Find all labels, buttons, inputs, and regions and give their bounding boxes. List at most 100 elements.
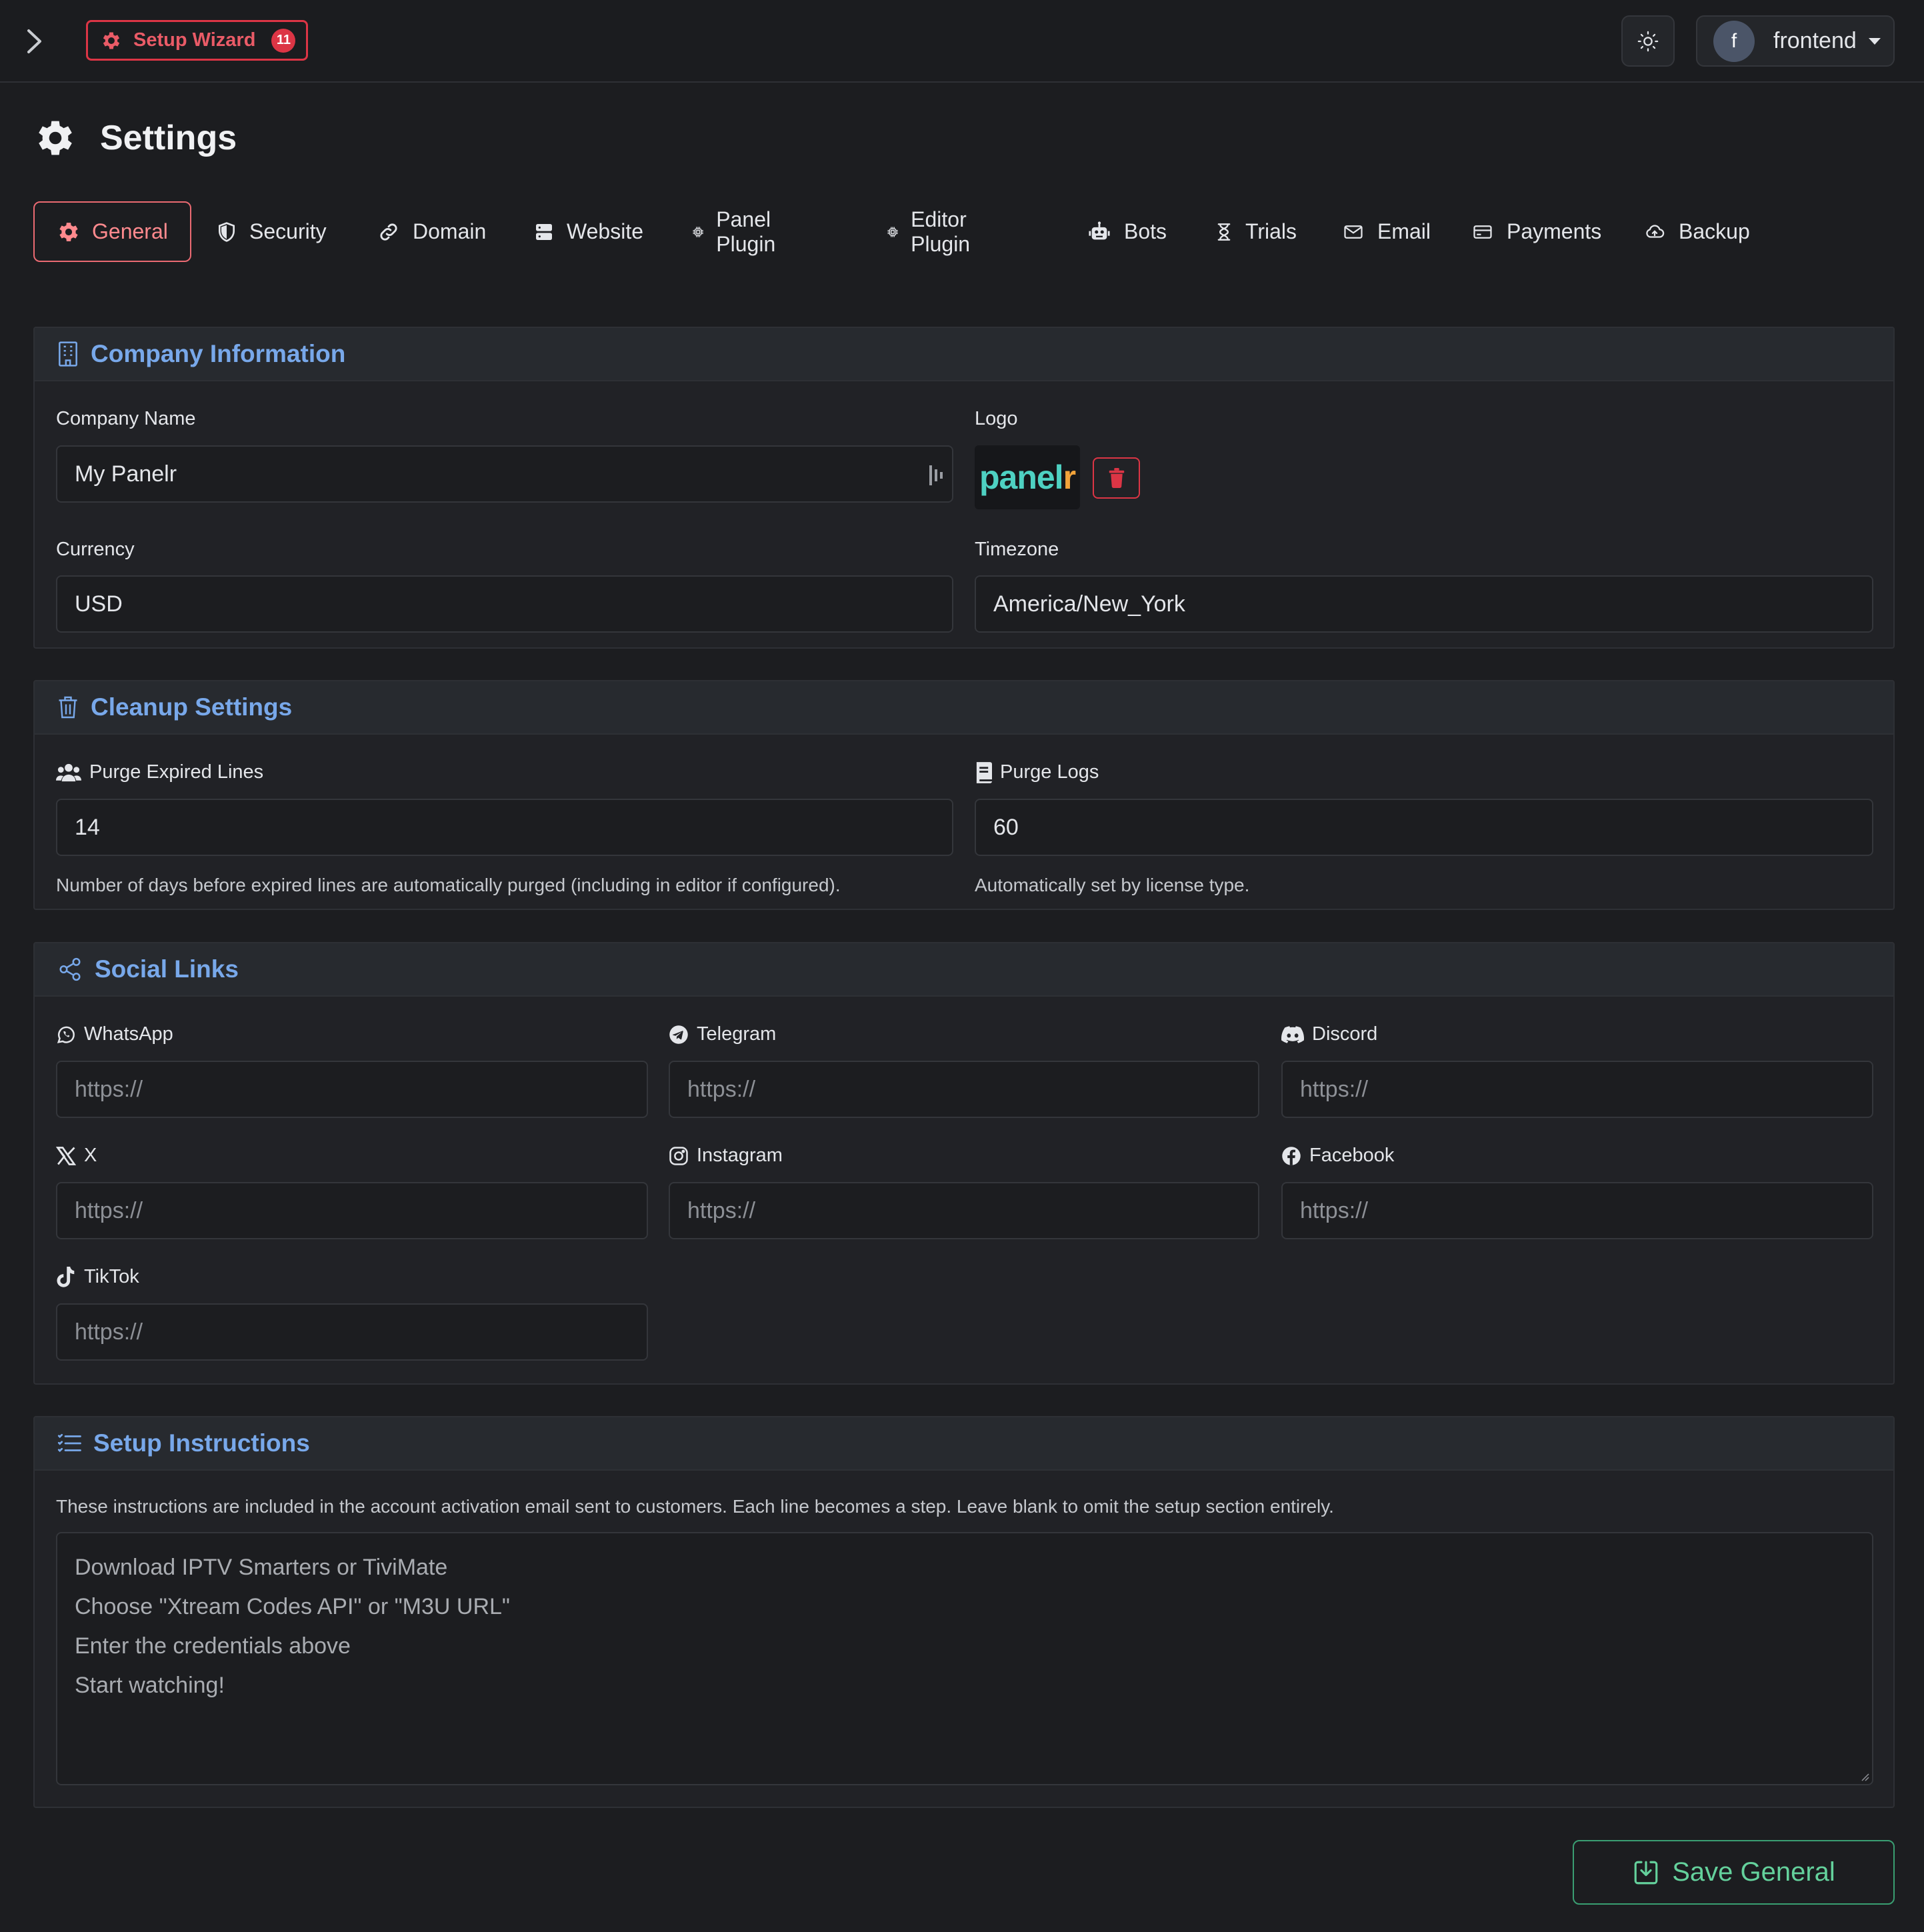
tab-label: Bots [1124, 219, 1167, 243]
card-title: Company Information [91, 340, 346, 367]
card-header: Social Links [35, 943, 1893, 997]
user-name: frontend [1773, 28, 1857, 53]
card-title: Social Links [95, 955, 239, 983]
page-title: Settings [100, 119, 237, 157]
whatsapp-label: WhatsApp [56, 1023, 173, 1045]
facebook-input[interactable]: https:// [1281, 1182, 1873, 1239]
purge-expired-lines-input[interactable]: 14 [56, 799, 953, 856]
tab-label: Backup [1679, 219, 1750, 243]
envelope-icon [1344, 225, 1363, 239]
tab-trials[interactable]: Trials [1215, 201, 1297, 262]
download-icon [1634, 1861, 1658, 1884]
trash-icon [59, 696, 77, 719]
company-name-value: My Panelr [75, 461, 177, 487]
cloud-upload-icon [1646, 224, 1665, 238]
logo-label: Logo [975, 408, 1018, 429]
card-header: Company Information [35, 328, 1893, 381]
gear-icon [59, 222, 78, 241]
tab-label: Website [567, 219, 644, 243]
cpu-icon [693, 226, 703, 237]
company-information-card: Company Information Company Name My Pane… [33, 327, 1895, 649]
robot-icon [1089, 221, 1110, 239]
tab-security[interactable]: Security [216, 201, 327, 262]
shield-icon [219, 221, 235, 242]
instagram-icon [669, 1146, 688, 1165]
delete-logo-button[interactable] [1093, 457, 1140, 499]
trash-icon [1109, 468, 1124, 488]
gear-icon [39, 121, 72, 155]
tab-bots[interactable]: Bots [1087, 201, 1167, 262]
top-navbar: Setup Wizard 11 f frontend [0, 0, 1924, 83]
cleanup-settings-card: Cleanup Settings Purge Expired Lines 14 … [33, 680, 1895, 910]
tiktok-label: TikTok [56, 1266, 139, 1288]
tab-editor-plugin[interactable]: Editor Plugin [887, 201, 979, 262]
journal-icon [976, 761, 992, 783]
card-header: Setup Instructions [35, 1417, 1893, 1471]
timezone-label: Timezone [975, 539, 1059, 560]
tiktok-icon [57, 1266, 75, 1287]
setup-instructions-textarea[interactable]: Download IPTV Smarters or TiviMate Choos… [56, 1532, 1873, 1785]
purge-logs-input[interactable]: 60 [975, 799, 1873, 856]
social-links-card: Social Links WhatsApp https:// Telegram … [33, 942, 1895, 1385]
tab-panel-plugin[interactable]: Panel Plugin [692, 201, 785, 262]
instruction-line: Download IPTV Smarters or TiviMate [75, 1555, 448, 1580]
purge-logs-help: Automatically set by license type. [975, 875, 1250, 895]
discord-input[interactable]: https:// [1281, 1061, 1873, 1118]
tab-general[interactable]: General [33, 201, 191, 262]
instruction-line: Start watching! [75, 1673, 225, 1698]
tab-backup[interactable]: Backup [1643, 201, 1750, 262]
tab-payments[interactable]: Payments [1471, 201, 1601, 262]
company-logo-image: panel r [975, 445, 1080, 509]
x-label: X [56, 1145, 97, 1167]
facebook-label: Facebook [1281, 1145, 1394, 1167]
link-icon [380, 223, 397, 241]
share-icon [59, 957, 81, 981]
tab-label: Email [1377, 219, 1431, 243]
purge-logs-label: Purge Logs [975, 761, 1099, 783]
save-general-label: Save General [1672, 1857, 1835, 1887]
discord-label: Discord [1281, 1023, 1377, 1045]
whatsapp-input[interactable]: https:// [56, 1061, 648, 1118]
theme-toggle-button[interactable] [1621, 15, 1675, 67]
notification-badge: 11 [271, 28, 296, 53]
card-header: Cleanup Settings [35, 681, 1893, 735]
setup-wizard-label: Setup Wizard [133, 29, 256, 51]
user-menu-button[interactable]: f frontend [1696, 15, 1895, 67]
credit-card-icon [1473, 225, 1492, 239]
users-icon [56, 763, 81, 781]
save-general-button[interactable]: Save General [1573, 1840, 1895, 1905]
caret-down-icon [1868, 37, 1881, 45]
telegram-label: Telegram [669, 1023, 776, 1045]
timezone-input[interactable]: America/New_York [975, 575, 1873, 633]
cpu-icon [887, 226, 898, 237]
setup-wizard-button[interactable]: Setup Wizard 11 [86, 20, 308, 61]
tiktok-input[interactable]: https:// [56, 1303, 648, 1361]
tab-label: Security [249, 219, 327, 243]
purge-expired-lines-help: Number of days before expired lines are … [56, 875, 841, 895]
timezone-value: America/New_York [993, 591, 1185, 617]
password-manager-icon[interactable] [929, 465, 945, 485]
card-title: Cleanup Settings [91, 693, 293, 721]
tab-website[interactable]: Website [533, 201, 643, 262]
telegram-input[interactable]: https:// [669, 1061, 1259, 1118]
currency-input[interactable]: USD [56, 575, 953, 633]
server-icon [536, 223, 552, 240]
card-title: Setup Instructions [93, 1429, 310, 1457]
currency-value: USD [75, 591, 123, 617]
setup-instructions-card: Setup Instructions These instructions ar… [33, 1416, 1895, 1808]
currency-label: Currency [56, 539, 135, 560]
purge-expired-lines-label: Purge Expired Lines [56, 761, 263, 783]
x-input[interactable]: https:// [56, 1182, 648, 1239]
instagram-label: Instagram [669, 1145, 783, 1167]
setup-instructions-help: These instructions are included in the a… [56, 1496, 1334, 1517]
company-name-input[interactable]: My Panelr [56, 445, 953, 503]
tab-email[interactable]: Email [1341, 201, 1431, 262]
sidebar-toggle-button[interactable] [20, 24, 49, 59]
instruction-line: Enter the credentials above [75, 1633, 351, 1659]
tab-label: Editor Plugin [911, 207, 971, 256]
instagram-input[interactable]: https:// [669, 1182, 1259, 1239]
tab-domain[interactable]: Domain [377, 201, 486, 262]
hourglass-icon [1217, 223, 1231, 241]
purge-logs-value: 60 [993, 814, 1019, 840]
resize-handle-icon[interactable] [1859, 1771, 1869, 1781]
